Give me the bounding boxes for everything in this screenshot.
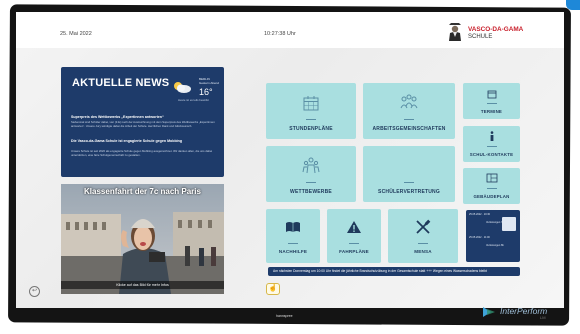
monitor-brand: hannspree [276, 314, 293, 318]
class-trip-photo[interactable]: Klassenfahrt der 7c nach Paris Klicke au… [61, 184, 224, 294]
tile-divider [306, 182, 316, 183]
weather-location: BERLIN Gestern Abend [199, 77, 220, 85]
tile-divider [486, 103, 497, 104]
watermark-suffix: LM [540, 315, 546, 320]
news-text-1: Siebenmal sind Schüler dabei, vier (3.E)… [71, 120, 215, 128]
tile-schulkontakte[interactable]: SCHUL-KONTAKTE [463, 126, 520, 162]
tile-divider [404, 119, 414, 120]
tile-label: STUNDENPLÄNE [289, 126, 333, 132]
tile-label: GEBÄUDEPLAN [473, 194, 510, 199]
news-headline-2[interactable]: Die Vasco-da-Gama Schule ist engagierte … [71, 139, 219, 143]
tile-label: FAHRPLÄNE [339, 249, 369, 254]
tile-divider [404, 182, 414, 183]
building-map-icon [486, 173, 497, 183]
widget-row-label: Vertretungen 8b [486, 244, 504, 247]
school-name-line2: SCHULE [468, 34, 493, 40]
tile-stundenplaene[interactable]: STUNDENPLÄNE [266, 83, 356, 139]
tile-arbeitsgemeinschaften[interactable]: ARBEITSGEMEINSCHAFTEN [363, 83, 455, 139]
tile-divider [486, 188, 497, 189]
back-button-icon[interactable]: ↩ [29, 286, 40, 297]
clock-text: 10:27:38 Uhr [264, 31, 296, 37]
tile-label: NACHHILFE [278, 249, 308, 254]
partly-cloudy-icon [174, 82, 191, 93]
news-text-2: Unsere Schule ist seit 2020 als engagier… [71, 149, 213, 157]
tile-divider [349, 243, 359, 244]
photo-caption: Klicke auf das Bild für mehr Infos [61, 281, 224, 289]
tile-divider [486, 146, 497, 147]
photo-title: Klassenfahrt der 7c nach Paris [84, 187, 201, 196]
tile-nachhilfe[interactable]: NACHHILFE [266, 209, 320, 263]
widget-row-time: 25.05.2022 · 10:30 [469, 213, 490, 216]
news-thumbnail [502, 217, 516, 231]
tile-label: WETTBEWERBE [290, 189, 332, 195]
header-bar: 25. Mai 2022 10:27:38 Uhr VASCO-DA-GAMA … [16, 12, 564, 48]
tile-label: SCHUL-KONTAKTE [469, 152, 514, 157]
watermark-logo-icon [483, 307, 495, 317]
news-headline-1[interactable]: Superpreis des Wettbewerbs „Expertinnen … [71, 115, 219, 119]
touch-hand-icon[interactable]: ☝ [266, 283, 280, 295]
tile-mensa[interactable]: MENSA [388, 209, 458, 263]
timetable-icon [303, 96, 319, 111]
substitution-widget[interactable]: 25.05.2022 · 10:30 Vertretungen 7b 25.05… [466, 210, 520, 262]
news-panel[interactable]: AKTUELLE NEWS BERLIN Gestern Abend 16° He… [61, 67, 224, 177]
tile-termine[interactable]: TERMINE [463, 83, 520, 119]
tile-label: SCHÜLERVERTRETUNG [378, 189, 440, 195]
tile-gebaeudeplan[interactable]: GEBÄUDEPLAN [463, 168, 520, 204]
competition-team-icon [302, 157, 320, 174]
news-title: AKTUELLE NEWS [72, 77, 170, 89]
calendar-icon [487, 90, 496, 99]
warning-icon [347, 221, 361, 233]
school-name-line1: VASCO-DA-GAMA [468, 26, 524, 33]
tile-divider [418, 243, 428, 244]
tile-schuelervertretung[interactable]: SCHÜLERVERTRETUNG [363, 146, 455, 202]
weather-caption: Heute ist es teils bewölkt [178, 98, 209, 102]
date-text: 25. Mai 2022 [60, 31, 92, 37]
paris-photo-image [61, 184, 224, 294]
tile-label: TERMINE [480, 109, 503, 114]
group-icon [400, 94, 418, 109]
weather-temperature: 16° [199, 87, 213, 97]
cutlery-icon [416, 219, 431, 234]
book-icon [286, 222, 300, 232]
tile-fahrplaene[interactable]: FAHRPLÄNE [327, 209, 381, 263]
tile-label: ARBEITSGEMEINSCHAFTEN [372, 126, 446, 132]
info-icon [490, 131, 493, 141]
photo-stage: 25. Mai 2022 10:27:38 Uhr VASCO-DA-GAMA … [0, 0, 580, 334]
widget-row-time: 25.05.2022 · 11:00 [469, 236, 490, 239]
weather-sub: Gestern Abend [199, 80, 220, 85]
news-ticker: Am nächsten Donnerstag um 10:00 Uhr find… [268, 267, 520, 276]
tile-label: MENSA [414, 249, 432, 254]
tile-divider [288, 243, 298, 244]
school-logo-icon [449, 23, 461, 41]
kiosk-screen: 25. Mai 2022 10:27:38 Uhr VASCO-DA-GAMA … [16, 12, 564, 308]
tile-wettbewerbe[interactable]: WETTBEWERBE [266, 146, 356, 202]
tile-divider [306, 119, 316, 120]
